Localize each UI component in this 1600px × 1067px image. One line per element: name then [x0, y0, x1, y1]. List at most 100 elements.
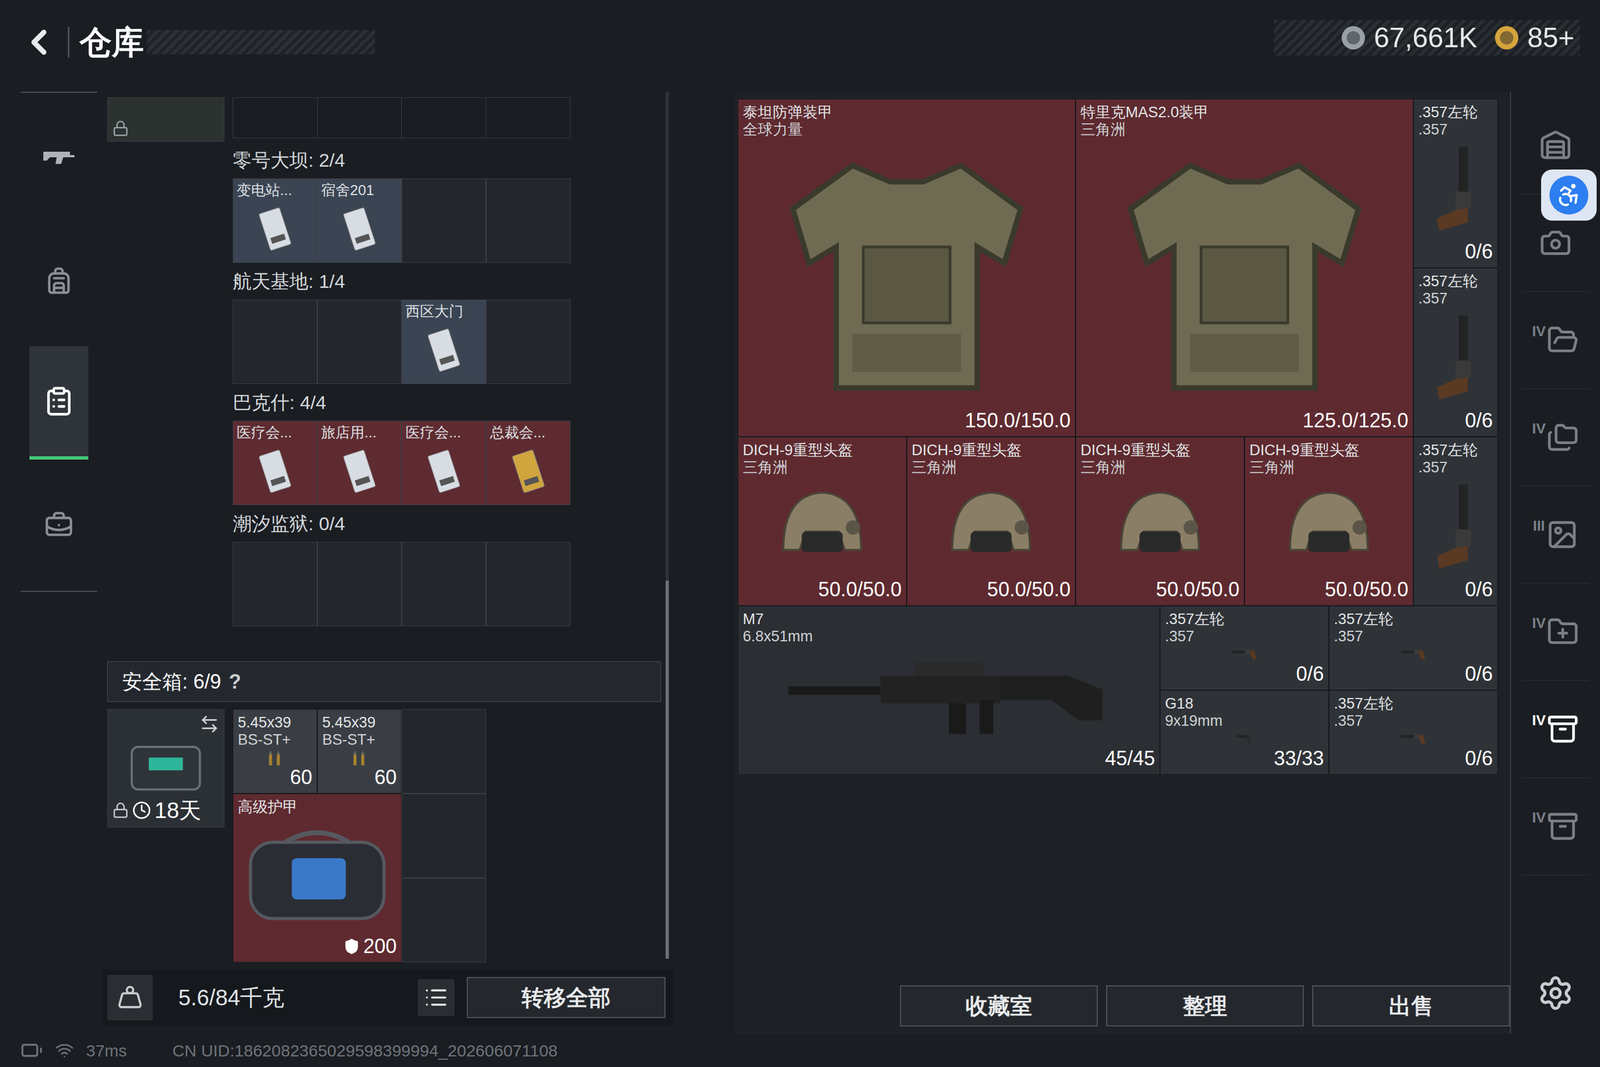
back-button[interactable]: [16, 20, 62, 65]
tool-item[interactable]: IV: [1522, 777, 1589, 875]
key-slot[interactable]: [401, 541, 487, 627]
key-slot[interactable]: [486, 299, 571, 384]
item-count: 0/6: [1465, 578, 1493, 601]
nav-item[interactable]: [20, 97, 98, 220]
key-section: 航天基地: 1/4西区大门: [232, 262, 666, 384]
item-name: 高级护甲: [237, 798, 397, 816]
nav-item[interactable]: [20, 463, 98, 587]
left-panel: 零号大坝: 2/4变电站...宿舍201航天基地: 1/4西区大门巴克什: 4/…: [102, 91, 674, 1034]
item-count: 200: [343, 935, 397, 958]
key-slot[interactable]: [486, 178, 571, 263]
item-name: M7: [742, 610, 1155, 628]
key-slot[interactable]: [317, 299, 402, 384]
item-count: 50.0/50.0: [1325, 578, 1409, 601]
stash-item[interactable]: 特里克MAS2.0装甲三角洲125.0/125.0: [1075, 98, 1414, 437]
stash-item[interactable]: DICH-9重型头盔三角洲50.0/50.0: [737, 436, 907, 606]
item-subtitle: 三角洲: [1080, 458, 1240, 477]
tool-item[interactable]: IV: [1522, 680, 1589, 778]
stash-item[interactable]: .357左轮.3570/6: [1413, 98, 1498, 268]
durability-icon: [343, 937, 360, 955]
key-slot[interactable]: 总裁会...: [486, 420, 571, 505]
item-subtitle: BS-ST+: [322, 731, 397, 749]
weight-icon: [117, 984, 143, 1010]
scrollbar[interactable]: [665, 91, 669, 970]
item-name: 5.45x39: [322, 713, 397, 732]
tool-tier: IV: [1532, 323, 1547, 339]
key-name: 总裁会...: [490, 424, 567, 442]
item-name: DICH-9重型头盔: [1080, 441, 1240, 459]
safe-item[interactable]: 5.45x39BS-ST+60: [232, 708, 318, 794]
item-subtitle: 6.8x51mm: [742, 627, 1155, 645]
nav-item[interactable]: [20, 219, 98, 342]
helmet-icon: [1249, 476, 1409, 579]
item-count: 0/6: [1465, 409, 1493, 432]
item-subtitle: 三角洲: [911, 458, 1071, 477]
key-slot[interactable]: [317, 541, 402, 627]
key-slot[interactable]: [486, 541, 571, 627]
help-button[interactable]: ?: [228, 666, 242, 697]
stash-item[interactable]: .357左轮.3570/6: [1413, 436, 1498, 606]
battery-icon: [20, 1038, 43, 1062]
stash-item[interactable]: .357左轮.3570/6: [1328, 690, 1498, 775]
key-slot[interactable]: 变电站...: [232, 178, 318, 263]
item-count: 60: [290, 766, 313, 789]
status-bar: 37msCN UID:1862082365029598399994_202606…: [0, 1033, 1600, 1067]
stash-item[interactable]: 泰坦防弹装甲全球力量150.0/150.0: [737, 98, 1076, 437]
stash-item[interactable]: DICH-9重型头盔三角洲50.0/50.0: [906, 436, 1076, 606]
item-name: .357左轮: [1418, 441, 1493, 459]
key-slot[interactable]: 宿舍201: [317, 178, 402, 263]
uid: CN UID:1862082365029598399994_2026060711…: [172, 1037, 558, 1063]
key-slot[interactable]: 医疗会...: [232, 420, 318, 505]
armor-icon: [1080, 138, 1409, 410]
tool-item[interactable]: IV: [1522, 583, 1589, 681]
item-subtitle: 三角洲: [1249, 458, 1409, 477]
key-slot[interactable]: [401, 178, 487, 263]
stash-item[interactable]: .357左轮.3570/6: [1328, 605, 1498, 690]
keycard-icon: [321, 198, 398, 259]
key-slot[interactable]: [232, 299, 318, 384]
tool-item[interactable]: IV: [1522, 291, 1589, 389]
stash-item[interactable]: G189x19mm33/33: [1160, 690, 1329, 775]
key-slot[interactable]: 西区大门: [401, 299, 487, 384]
armor-icon: [742, 138, 1071, 410]
briefcase-icon: [44, 510, 74, 540]
safe-item[interactable]: 高级护甲 200: [232, 793, 402, 963]
item-count: 150.0/150.0: [965, 409, 1071, 432]
tool-tier: IV: [1532, 810, 1547, 825]
safe-case[interactable]: 18天: [107, 708, 225, 828]
tool-tier: IV: [1532, 615, 1547, 630]
keycard-icon: [321, 441, 398, 502]
tool-item[interactable]: III: [1522, 486, 1589, 584]
settings-icon[interactable]: [1537, 974, 1574, 1012]
backpack-icon: [44, 266, 74, 295]
stash-item[interactable]: .357左轮.357 0/6: [1413, 267, 1498, 437]
locked-item[interactable]: [107, 97, 225, 142]
safe-item[interactable]: 5.45x39BS-ST+60: [317, 708, 402, 794]
keycard-icon: [405, 441, 483, 502]
transfer-all-button[interactable]: 转移全部: [466, 976, 666, 1018]
key-slot[interactable]: 医疗会...: [401, 420, 487, 505]
section-title: 巴克什: 4/4: [232, 383, 666, 421]
action-button[interactable]: 收藏室: [900, 985, 1098, 1027]
stash-item[interactable]: .357左轮.3570/6: [1160, 605, 1329, 690]
item-subtitle: .357: [1418, 290, 1493, 308]
tool-column: IVIVIIIIVIVIV: [1510, 91, 1600, 1034]
nav-item[interactable]: [20, 341, 98, 464]
list-button[interactable]: [417, 978, 455, 1016]
stash-item[interactable]: DICH-9重型头盔三角洲50.0/50.0: [1075, 436, 1245, 606]
item-name: .357左轮: [1418, 272, 1493, 290]
tool-item[interactable]: IV: [1522, 388, 1589, 487]
bag-icon: [237, 815, 397, 935]
accessibility-button[interactable]: [1541, 169, 1597, 221]
key-slot[interactable]: 旅店用...: [317, 420, 402, 505]
swap-icon[interactable]: [199, 713, 220, 734]
item-subtitle: BS-ST+: [237, 731, 313, 749]
item-count: 125.0/125.0: [1302, 409, 1409, 432]
item-count: 0/6: [1296, 662, 1324, 685]
helmet-icon: [742, 476, 902, 579]
action-button[interactable]: 整理: [1106, 985, 1304, 1027]
stash-item[interactable]: DICH-9重型头盔三角洲50.0/50.0: [1244, 436, 1414, 606]
stash-item[interactable]: M76.8x51mm45/45: [737, 605, 1160, 775]
action-button[interactable]: 出售: [1312, 985, 1510, 1027]
key-slot[interactable]: [232, 541, 318, 627]
